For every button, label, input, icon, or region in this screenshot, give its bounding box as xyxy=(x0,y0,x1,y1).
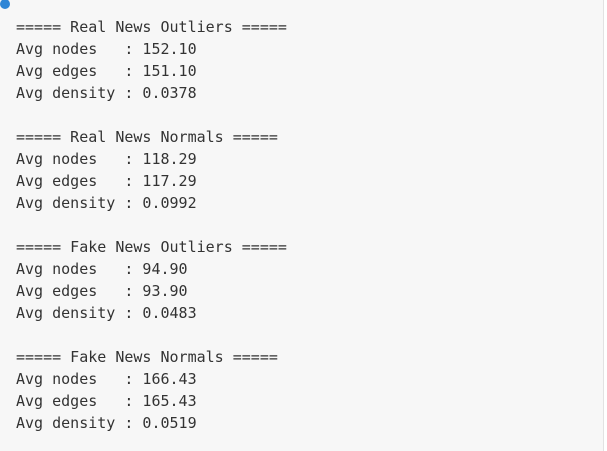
stat-line: Avg density : 0.0378 xyxy=(16,84,197,102)
stdout-text: ===== Real News Outliers ===== Avg nodes … xyxy=(16,16,287,434)
stat-line: Avg density : 0.0519 xyxy=(16,414,197,432)
cell-output-area: ===== Real News Outliers ===== Avg nodes … xyxy=(0,0,604,451)
stat-line: Avg edges : 165.43 xyxy=(16,392,197,410)
stat-line: Avg edges : 151.10 xyxy=(16,62,197,80)
stat-line: Avg nodes : 166.43 xyxy=(16,370,197,388)
stat-line: Avg nodes : 152.10 xyxy=(16,40,197,58)
section-header: ===== Real News Normals ===== xyxy=(16,128,278,146)
stat-line: Avg density : 0.0992 xyxy=(16,194,197,212)
stat-line: Avg edges : 93.90 xyxy=(16,282,188,300)
section-header: ===== Real News Outliers ===== xyxy=(16,18,287,36)
stat-line: Avg density : 0.0483 xyxy=(16,304,197,322)
notebook-output-cell: ===== Real News Outliers ===== Avg nodes … xyxy=(0,0,607,451)
stat-line: Avg nodes : 118.29 xyxy=(16,150,197,168)
section-header: ===== Fake News Normals ===== xyxy=(16,348,278,366)
stat-line: Avg nodes : 94.90 xyxy=(16,260,188,278)
section-header: ===== Fake News Outliers ===== xyxy=(16,238,287,256)
stat-line: Avg edges : 117.29 xyxy=(16,172,197,190)
